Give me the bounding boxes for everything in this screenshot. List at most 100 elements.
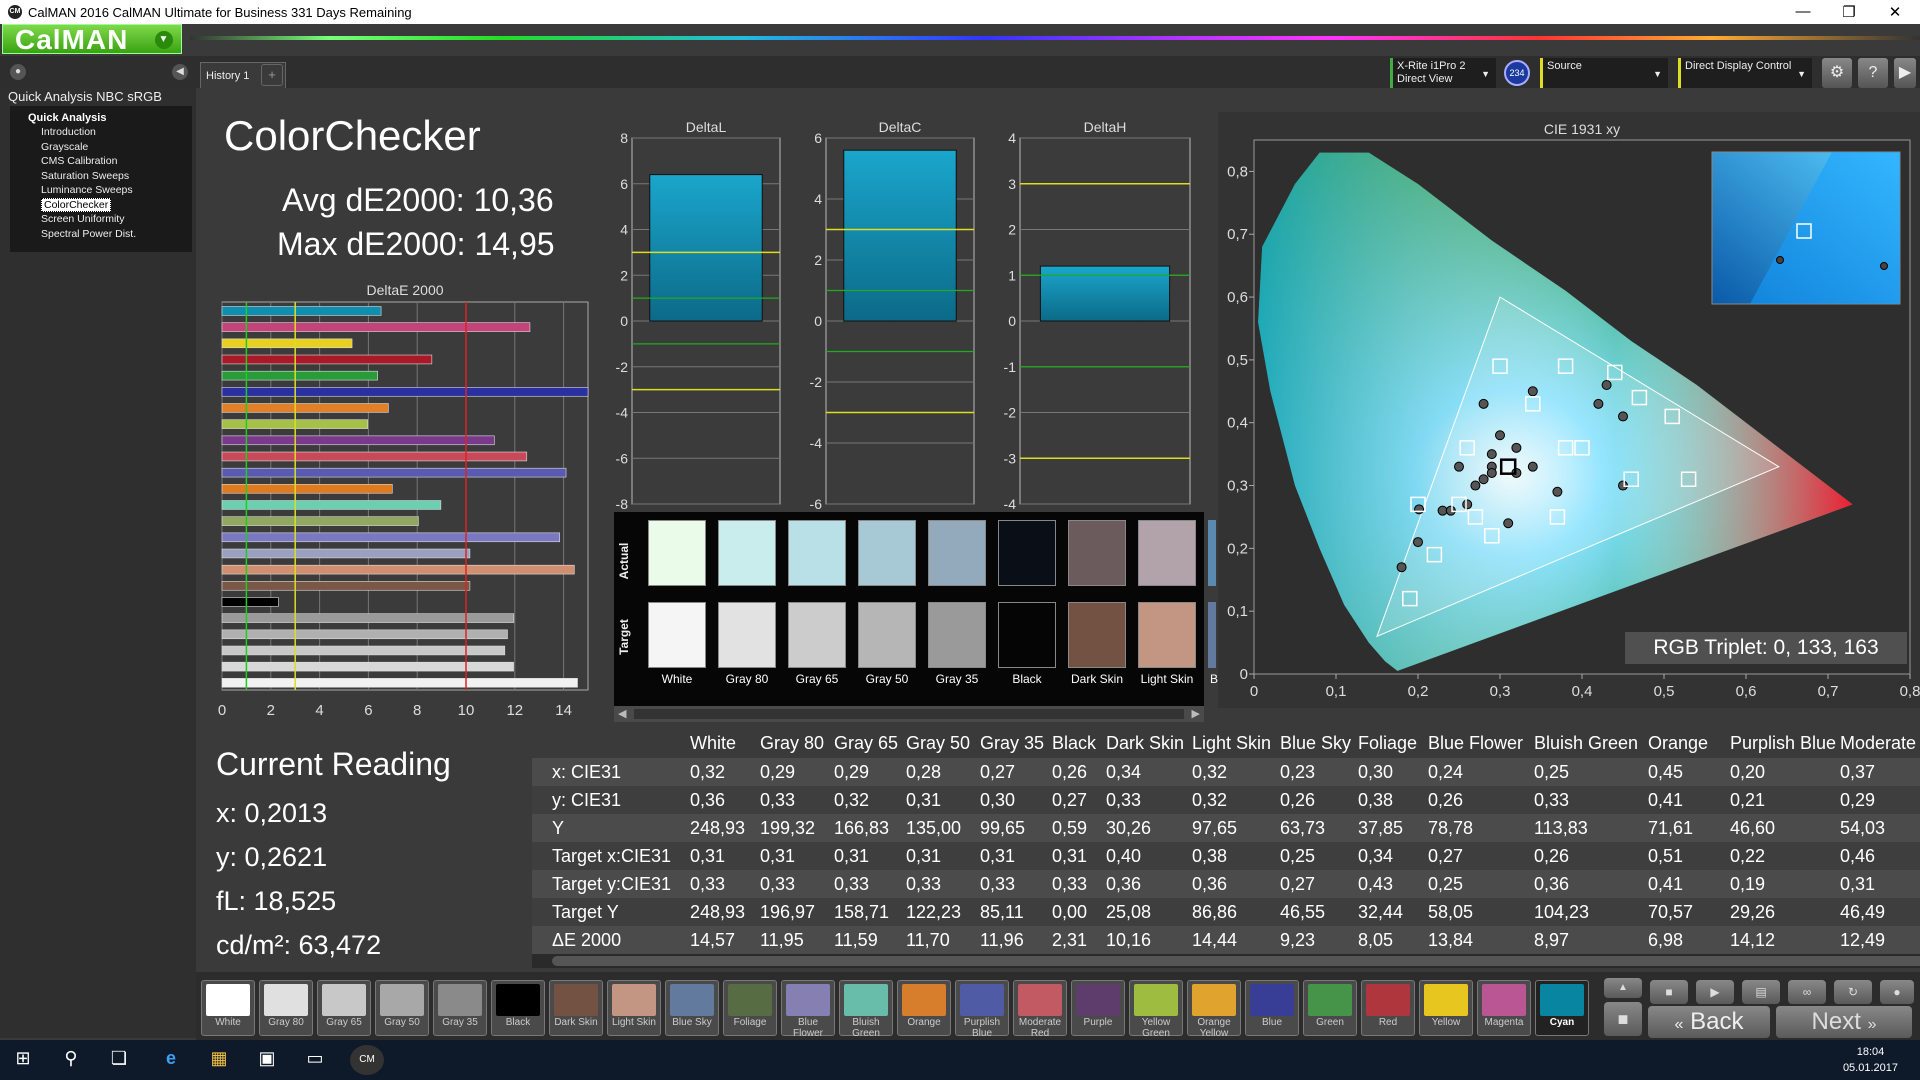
column-header[interactable]: Gray 80 — [760, 733, 824, 754]
swatch-scrollbar[interactable]: ◀ ▶ — [614, 706, 1204, 722]
meter-badge[interactable]: 234 — [1504, 60, 1530, 86]
stop-square-icon[interactable]: ■ — [1604, 1002, 1642, 1036]
up-arrow-icon[interactable]: ▲ — [1604, 978, 1642, 998]
search-icon[interactable]: ⚲ — [56, 1048, 86, 1069]
tree-root[interactable]: Quick Analysis — [10, 112, 192, 124]
patch-tile[interactable]: Gray 80 — [259, 980, 313, 1036]
app-icon[interactable]: ▭ — [300, 1048, 330, 1069]
patch-tile[interactable]: Purplish Blue — [955, 980, 1009, 1039]
patch-tile[interactable]: Bluish Green — [839, 980, 893, 1039]
patch-tile[interactable]: Moderate Red — [1013, 980, 1067, 1039]
patch-tile[interactable]: Green — [1303, 980, 1357, 1036]
chevron-down-icon[interactable]: ▼ — [155, 31, 173, 49]
table-cell: 63,73 — [1280, 818, 1326, 838]
table-cell: 0,36 — [1534, 874, 1570, 894]
meter-selector[interactable]: X-Rite i1Pro 2 Direct View ▼ — [1390, 58, 1496, 88]
tree-item-introduction[interactable]: Introduction — [10, 125, 192, 140]
patch-tile[interactable]: Blue Flower — [781, 980, 835, 1039]
next-chevron-icon: » — [1867, 1016, 1877, 1033]
patch-tile[interactable]: Blue — [1245, 980, 1299, 1036]
back-label: Back — [1690, 1008, 1744, 1035]
patch-tile[interactable]: Magenta — [1477, 980, 1531, 1036]
refresh-icon[interactable]: ↻ — [1834, 980, 1872, 1004]
tree-item-grayscale[interactable]: Grayscale — [10, 140, 192, 155]
stop-icon[interactable]: ■ — [1650, 980, 1688, 1004]
task-view-icon[interactable]: ❏ — [104, 1048, 134, 1069]
add-tab-button[interactable]: + — [261, 64, 283, 86]
zoom-measured-point — [1880, 262, 1888, 270]
patch-tile[interactable]: Red — [1361, 980, 1415, 1036]
tree-item-saturation-sweeps[interactable]: Saturation Sweeps — [10, 169, 192, 184]
patch-tile[interactable]: Gray 50 — [375, 980, 429, 1036]
tree-item-screen-uniformity[interactable]: Screen Uniformity — [10, 212, 192, 227]
loop-icon[interactable]: ∞ — [1788, 980, 1826, 1004]
restore-icon[interactable]: ❐ — [1834, 3, 1864, 21]
back-button[interactable]: « Back — [1648, 1006, 1770, 1038]
source-selector[interactable]: Source ▼ — [1540, 58, 1668, 88]
column-header[interactable]: Blue Sky — [1280, 733, 1351, 754]
windows-start-icon[interactable]: ⊞ — [8, 1048, 38, 1069]
patch-tile[interactable]: Dark Skin — [549, 980, 603, 1036]
edge-icon[interactable]: e — [156, 1048, 186, 1069]
file-explorer-icon[interactable]: ▦ — [204, 1048, 234, 1069]
table-cell: 11,95 — [760, 930, 804, 950]
play-icon[interactable]: ▶ — [1696, 980, 1734, 1004]
patch-tile[interactable]: Gray 35 — [433, 980, 487, 1036]
tree-item-spectral-power[interactable]: Spectral Power Dist. — [10, 227, 192, 242]
patch-tile[interactable]: Light Skin — [607, 980, 661, 1036]
tree-item-colorchecker[interactable]: ColorChecker — [10, 197, 192, 213]
table-cell: 37,85 — [1358, 818, 1404, 838]
store-icon[interactable]: ▣ — [252, 1048, 282, 1069]
patch-tile[interactable]: White — [201, 980, 255, 1036]
scrollbar-thumb[interactable] — [552, 956, 1920, 966]
column-header[interactable]: Purplish Blue — [1730, 733, 1836, 754]
deltae-bar — [221, 564, 575, 575]
column-header[interactable]: Gray 50 — [906, 733, 970, 754]
table-cell: 0,31 — [906, 790, 942, 810]
column-header[interactable]: Foliage — [1358, 733, 1417, 754]
column-header[interactable]: Orange — [1648, 733, 1708, 754]
column-header[interactable]: Moderate — [1840, 733, 1916, 754]
record-icon[interactable]: ● — [1880, 980, 1914, 1004]
help-icon[interactable]: ? — [1858, 58, 1888, 88]
system-clock[interactable]: 18:04 05.01.2017 — [1843, 1044, 1898, 1076]
target-swatch — [858, 602, 916, 668]
minimize-icon[interactable]: — — [1788, 3, 1818, 20]
save-icon[interactable]: ▤ — [1742, 980, 1780, 1004]
display-selector[interactable]: Direct Display Control ▼ — [1678, 58, 1812, 88]
calman-logo[interactable]: CalMAN ▼ — [2, 24, 182, 55]
scroll-right-icon[interactable]: ▶ — [1192, 707, 1200, 720]
patch-tile[interactable]: Yellow Green — [1129, 980, 1183, 1039]
tree-item-luminance-sweeps[interactable]: Luminance Sweeps — [10, 183, 192, 198]
column-header[interactable]: Dark Skin — [1106, 733, 1184, 754]
patch-tile[interactable]: Black — [491, 980, 545, 1036]
column-header[interactable]: Gray 65 — [834, 733, 898, 754]
column-header[interactable]: Bluish Green — [1534, 733, 1638, 754]
patch-tile[interactable]: Yellow — [1419, 980, 1473, 1036]
collapse-right-icon[interactable]: ▶ — [1894, 58, 1916, 88]
scrollbar-track[interactable] — [634, 709, 1184, 719]
patch-tile[interactable]: Orange Yellow — [1187, 980, 1241, 1039]
collapse-left-icon[interactable]: ◀ — [172, 64, 188, 80]
patch-tile[interactable]: Purple — [1071, 980, 1125, 1036]
patch-tile[interactable]: Blue Sky — [665, 980, 719, 1036]
column-header[interactable]: Gray 35 — [980, 733, 1044, 754]
calman-taskbar-icon[interactable]: CM — [350, 1045, 384, 1075]
column-header[interactable]: Blue Flower — [1428, 733, 1523, 754]
patch-tile[interactable]: Cyan — [1535, 980, 1589, 1036]
table-scrollbar[interactable] — [532, 954, 1920, 968]
patch-tile[interactable]: Gray 65 — [317, 980, 371, 1036]
patch-tile[interactable]: Orange — [897, 980, 951, 1036]
scroll-left-icon[interactable]: ◀ — [618, 707, 626, 720]
patch-color — [1250, 984, 1294, 1016]
settings-gear-icon[interactable]: ⚙ — [1822, 58, 1852, 88]
deltae-bar — [221, 435, 495, 446]
close-icon[interactable]: ✕ — [1880, 3, 1910, 21]
patch-tile[interactable]: Foliage — [723, 980, 777, 1036]
tree-item-cms-calibration[interactable]: CMS Calibration — [10, 154, 192, 169]
next-button[interactable]: Next » — [1776, 1006, 1912, 1038]
column-header[interactable]: Black — [1052, 733, 1096, 754]
column-header[interactable]: Light Skin — [1192, 733, 1271, 754]
column-header[interactable]: White — [690, 733, 736, 754]
pin-icon[interactable]: ● — [10, 64, 26, 80]
